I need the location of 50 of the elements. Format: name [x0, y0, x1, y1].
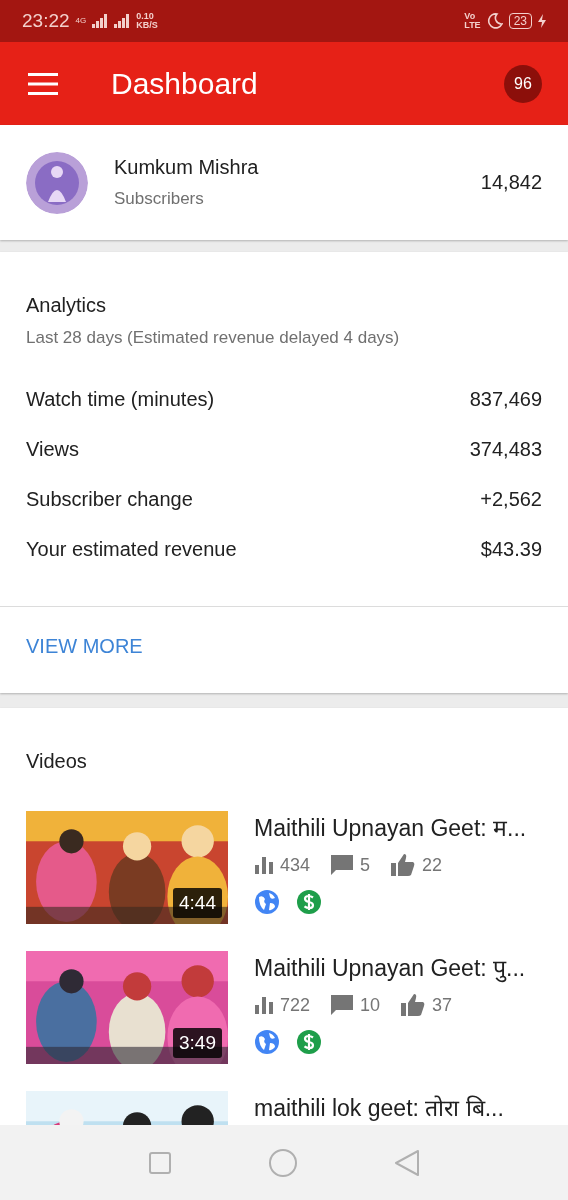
- comment-icon: [330, 854, 355, 876]
- volte-label: Vo: [464, 12, 477, 21]
- volte-label: LTE: [464, 21, 481, 30]
- video-title[interactable]: Maithili Upnayan Geet: पु...: [254, 956, 526, 981]
- bar-chart-icon: [254, 995, 274, 1015]
- section-title: Videos: [26, 750, 88, 773]
- avatar-icon: [26, 151, 88, 214]
- section-title: Analytics: [26, 294, 108, 317]
- like-count: 22: [422, 854, 443, 876]
- signal-icon: [114, 14, 131, 28]
- metric-value: 374,483: [469, 437, 542, 461]
- video-title[interactable]: maithili lok geet: तोरा बि...: [254, 1096, 504, 1121]
- home-icon[interactable]: [268, 1147, 298, 1178]
- page-title: Dashboard: [111, 66, 259, 101]
- recents-icon[interactable]: [148, 1150, 172, 1175]
- like-count: 37: [432, 994, 453, 1016]
- metric-label: Subscriber change: [26, 487, 193, 511]
- menu-icon[interactable]: [28, 72, 58, 95]
- subscribers-label: Subscribers: [114, 189, 205, 209]
- back-icon[interactable]: [394, 1148, 420, 1177]
- thumbs-up-icon: [390, 853, 417, 877]
- comment-count: 5: [360, 854, 371, 876]
- data-speed: 0.10: [136, 12, 155, 21]
- channel-name: Kumkum Mishra: [114, 156, 260, 179]
- subscriber-count: 14,842: [480, 171, 542, 194]
- metric-value: 837,469: [469, 387, 542, 411]
- view-count: 722: [280, 994, 311, 1016]
- moon-icon: [486, 13, 503, 29]
- notification-badge[interactable]: 96: [504, 64, 542, 103]
- bar-chart-icon: [254, 855, 274, 875]
- view-count: 434: [280, 854, 311, 876]
- thumbs-up-icon: [400, 993, 427, 1017]
- metric-value: +2,562: [480, 487, 542, 511]
- duration-badge: 3:49: [173, 1028, 222, 1058]
- metric-label: Views: [26, 437, 79, 461]
- duration-badge: 4:44: [173, 888, 222, 918]
- battery-level: 23: [508, 13, 532, 29]
- video-title[interactable]: Maithili Upnayan Geet: म...: [254, 816, 527, 841]
- period-note: Last 28 days (Estimated revenue delayed 4 days): [26, 328, 401, 348]
- metric-value: $43.39: [480, 537, 542, 561]
- speed-unit: KB/S: [136, 21, 158, 30]
- clock: 23:22: [22, 10, 70, 32]
- charging-icon: [538, 14, 546, 28]
- metric-label: Your estimated revenue: [26, 537, 237, 561]
- network-type: 4G: [75, 17, 87, 25]
- metric-label: Watch time (minutes): [26, 387, 215, 411]
- comment-icon: [330, 994, 355, 1016]
- comment-count: 10: [360, 994, 381, 1016]
- signal-icon: [92, 14, 109, 28]
- view-more-link[interactable]: VIEW MORE: [26, 635, 143, 658]
